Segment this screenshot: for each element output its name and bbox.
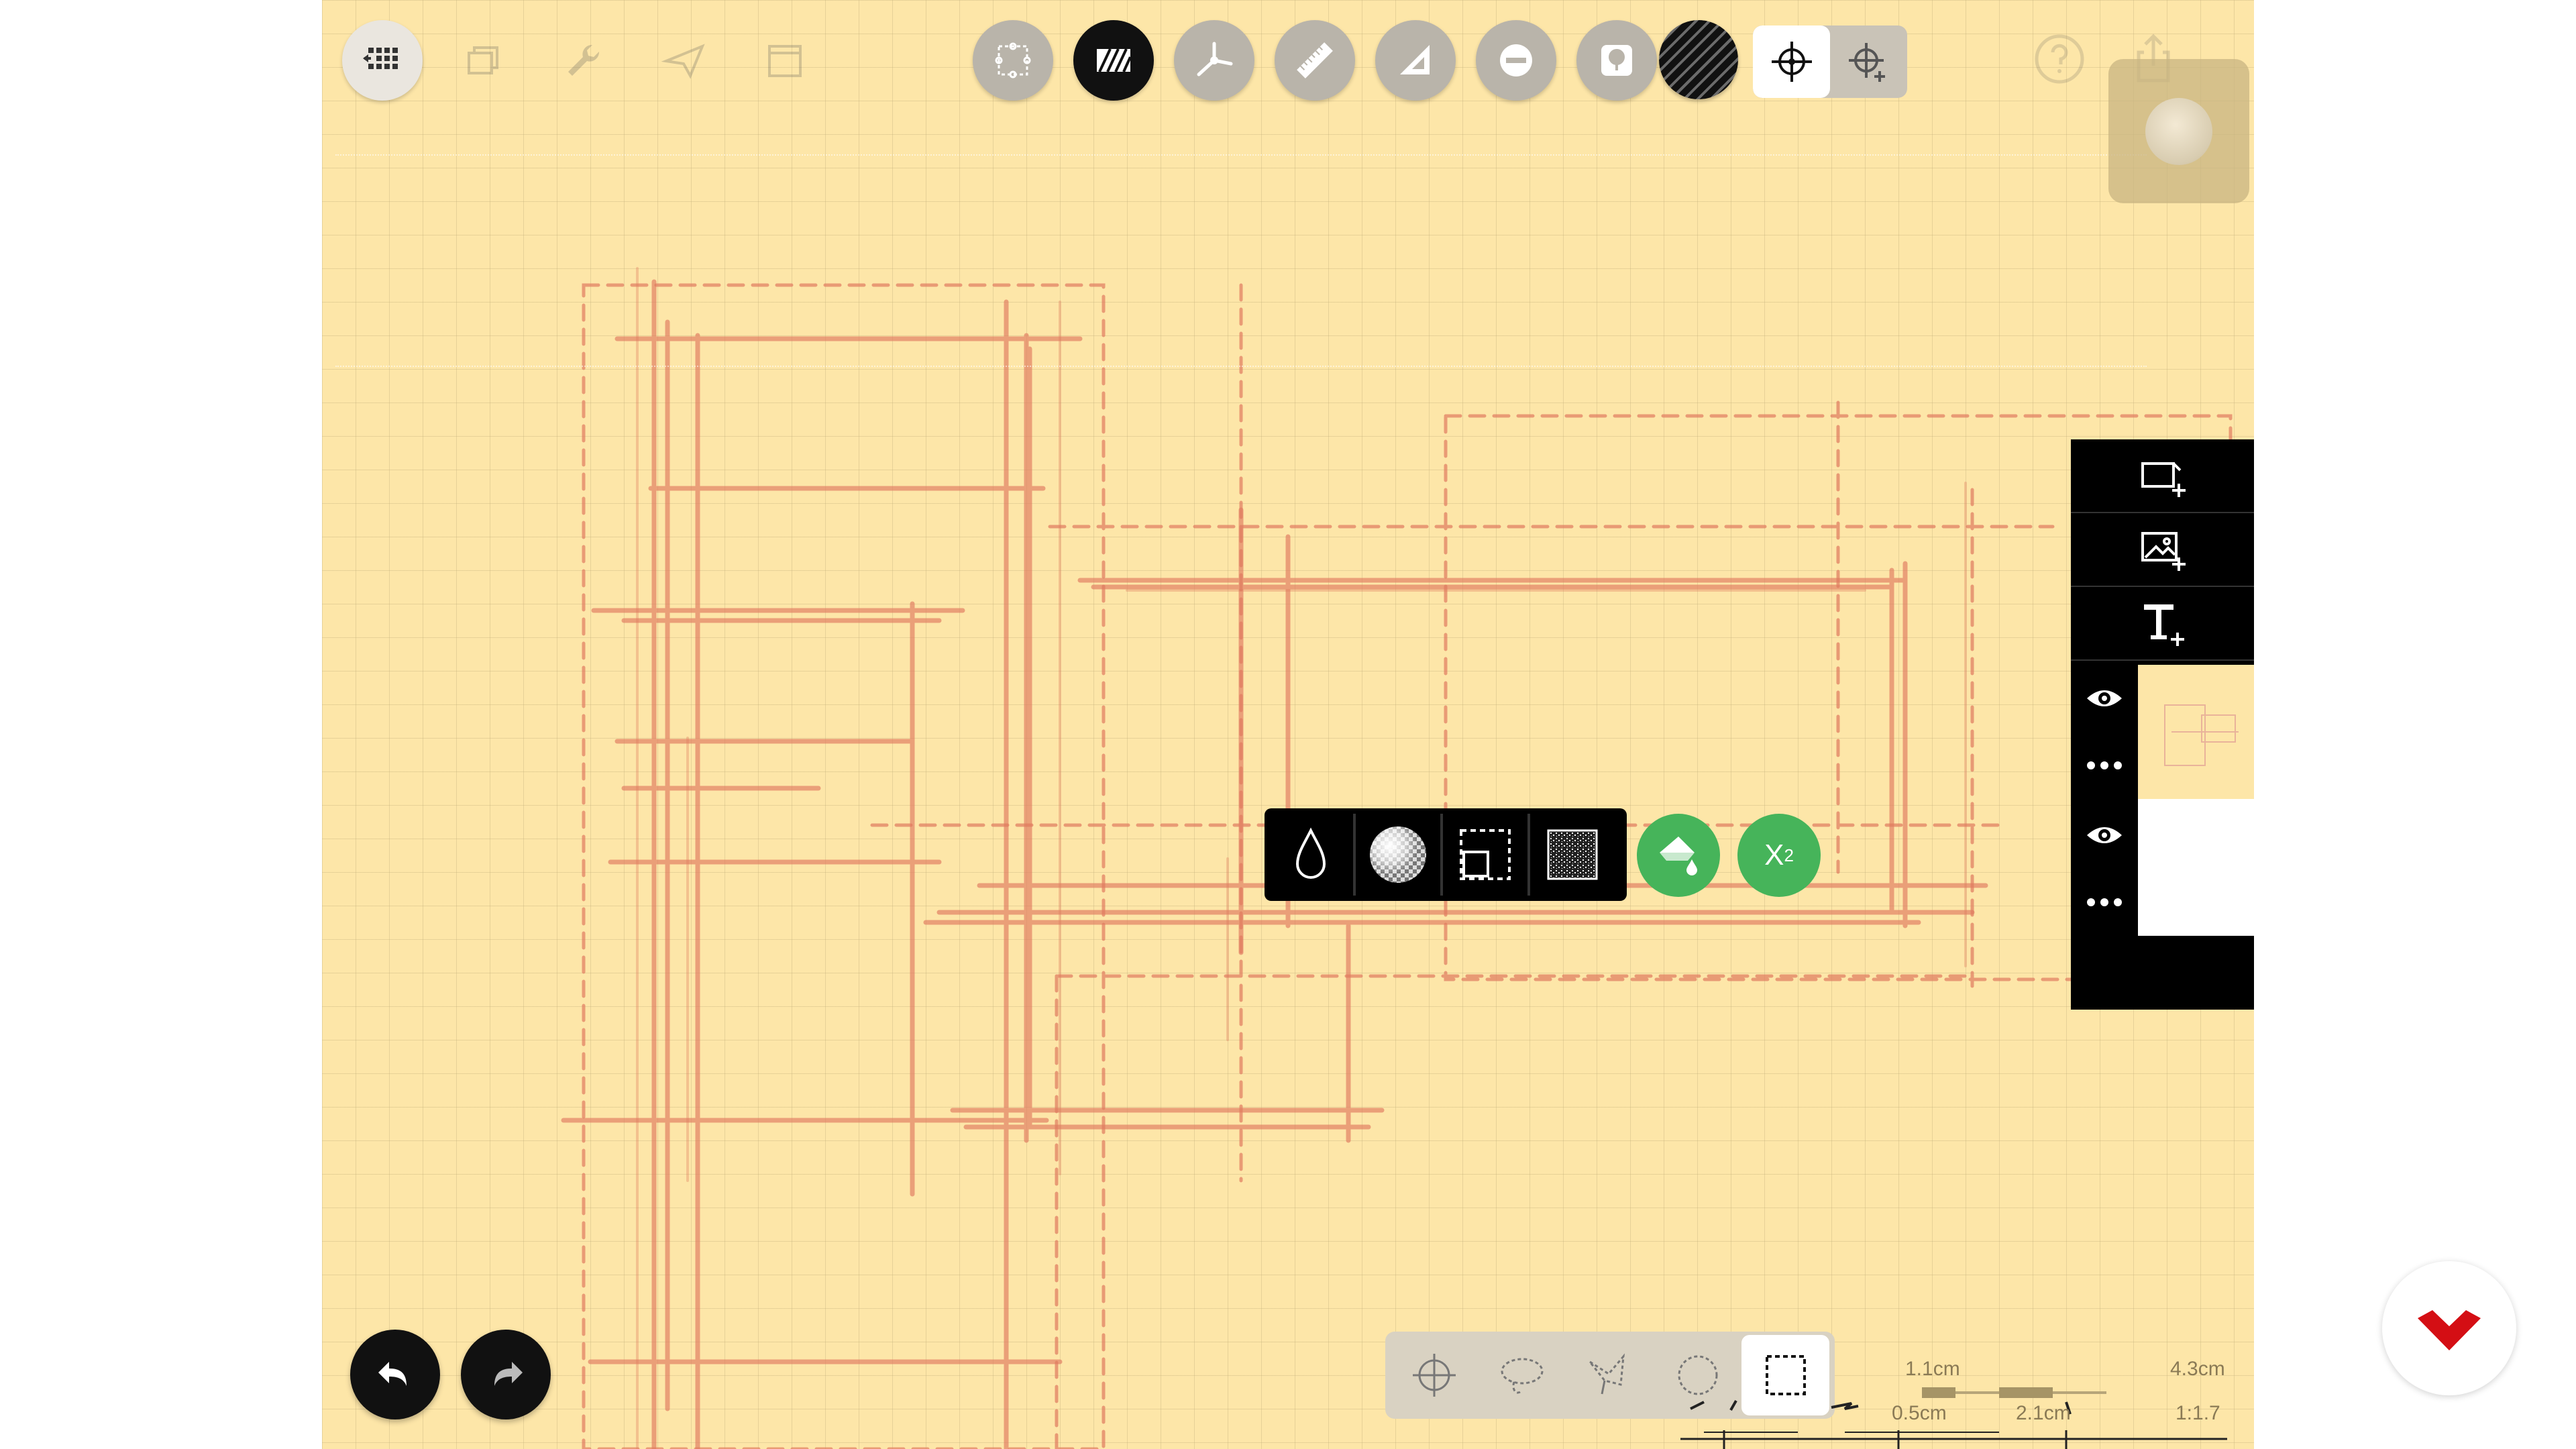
brush-swatch-hatch[interactable] <box>1659 20 1738 99</box>
settings-button[interactable] <box>543 20 624 101</box>
more-dots-icon <box>2087 898 2122 906</box>
scale-label-top-left: 1.1cm <box>1905 1358 1960 1380</box>
layer-thumbnail-sketch[interactable] <box>2138 665 2254 802</box>
snap-toggle <box>1753 25 1907 98</box>
opacity-drop-icon <box>1295 827 1326 879</box>
ellipse-guide-button[interactable] <box>1476 20 1556 101</box>
tree-stamp-icon <box>1601 45 1632 76</box>
fill-bucket-button[interactable] <box>1637 814 1720 897</box>
scale-bar: 1.1cm 4.3cm 0.5cm 2.1cm 1:1.7 <box>1677 1355 2247 1449</box>
stamp-button[interactable] <box>1576 20 1657 101</box>
snap-crosshair-icon <box>1771 42 1812 82</box>
eye-icon <box>2087 827 2122 843</box>
scale-label-bottom-left: 0.5cm <box>1892 1402 1947 1424</box>
layer-visibility-toggle[interactable] <box>2071 802 2138 869</box>
polygon-lasso-button[interactable] <box>1566 1335 1654 1415</box>
set-square-button[interactable] <box>1375 20 1456 101</box>
brush-options-popup <box>1265 808 1627 901</box>
layers-copy-icon <box>468 46 498 74</box>
gallery-button[interactable] <box>342 20 423 101</box>
sketch-drawing <box>561 267 2233 1449</box>
snap-grid-icon <box>1848 43 1885 82</box>
snap-on-button[interactable] <box>1753 25 1830 98</box>
gallery-grid-icon <box>363 48 398 69</box>
redo-icon <box>494 1362 523 1386</box>
perspective-button[interactable] <box>1174 20 1254 101</box>
opacity-button[interactable] <box>1269 814 1356 896</box>
selection-frame-icon <box>1460 829 1511 880</box>
add-text-icon <box>2143 604 2184 646</box>
add-image-button[interactable] <box>2071 513 2254 587</box>
perspective-guide-icon <box>1197 42 1233 76</box>
layer-menu-button[interactable] <box>2071 732 2138 799</box>
layer-visibility-toggle[interactable] <box>2071 665 2138 732</box>
ruler-icon <box>1297 42 1333 78</box>
layers-copy-button[interactable] <box>443 20 523 101</box>
more-dots-icon <box>2087 761 2122 769</box>
exponent-value: 2 <box>1784 845 1794 865</box>
paint-bucket-icon <box>1660 837 1697 875</box>
layer-thumbnail-blank[interactable] <box>2138 802 2254 936</box>
hatch-fill-button[interactable] <box>1073 20 1154 101</box>
faint-ruler-row <box>335 339 2147 367</box>
exponent-label: X <box>1764 839 1784 871</box>
pressure-dot-icon <box>2145 97 2212 165</box>
red-heart-logo-icon <box>2418 1310 2481 1350</box>
eye-icon <box>2087 690 2122 706</box>
transform-button[interactable] <box>973 20 1053 101</box>
folder-icon <box>768 45 802 77</box>
selection-frame-button[interactable] <box>1443 814 1530 896</box>
pressure-pad[interactable] <box>2108 59 2249 203</box>
send-button[interactable] <box>644 20 724 101</box>
layers-panel <box>2071 439 2254 1010</box>
sketch-preview <box>2150 678 2244 786</box>
lasso-icon <box>1501 1358 1544 1394</box>
faint-ruler-row <box>335 127 2147 156</box>
hatch-fill-icon <box>1097 48 1132 72</box>
ellipse-guide-icon <box>1500 44 1532 76</box>
layer-row[interactable] <box>2071 665 2254 802</box>
scale-bar-graphic <box>1680 1387 2227 1449</box>
ruler-button[interactable] <box>1275 20 1355 101</box>
scale-ratio: 1:1.7 <box>2176 1402 2220 1424</box>
add-page-button[interactable] <box>2071 439 2254 513</box>
add-image-icon <box>2141 532 2186 571</box>
layer-menu-button[interactable] <box>2071 869 2138 936</box>
folder-button[interactable] <box>745 20 825 101</box>
layer-row[interactable] <box>2071 802 2254 936</box>
channel-logo <box>2382 1261 2516 1395</box>
crosshair-select-icon <box>1413 1354 1456 1397</box>
transform-handles-icon <box>995 42 1031 78</box>
texture-button[interactable] <box>1530 814 1615 896</box>
wrench-icon <box>568 44 600 76</box>
drawing-canvas[interactable]: X2 1.1cm 4.3cm 0.5cm 2.1cm 1:1.7 <box>322 0 2254 1449</box>
undo-icon <box>378 1362 407 1386</box>
undo-button[interactable] <box>350 1330 440 1419</box>
scale-label-top-right: 4.3cm <box>2170 1358 2225 1380</box>
lasso-button[interactable] <box>1479 1335 1566 1415</box>
snap-grid-button[interactable] <box>1830 25 1907 98</box>
set-square-icon <box>1400 45 1430 74</box>
exponent-button[interactable]: X2 <box>1737 814 1821 897</box>
texture-noise-icon <box>1547 829 1598 880</box>
blend-button[interactable] <box>1356 814 1443 896</box>
polygon-lasso-icon <box>1589 1353 1625 1395</box>
blend-checker-icon <box>1370 826 1426 883</box>
add-page-icon <box>2141 462 2186 497</box>
add-text-button[interactable] <box>2071 587 2254 661</box>
scale-label-bottom-mid: 2.1cm <box>2016 1402 2071 1424</box>
help-icon[interactable] <box>2033 32 2086 86</box>
paper-plane-icon <box>661 44 705 79</box>
crosshair-select-button[interactable] <box>1391 1335 1479 1415</box>
redo-button[interactable] <box>461 1330 551 1419</box>
